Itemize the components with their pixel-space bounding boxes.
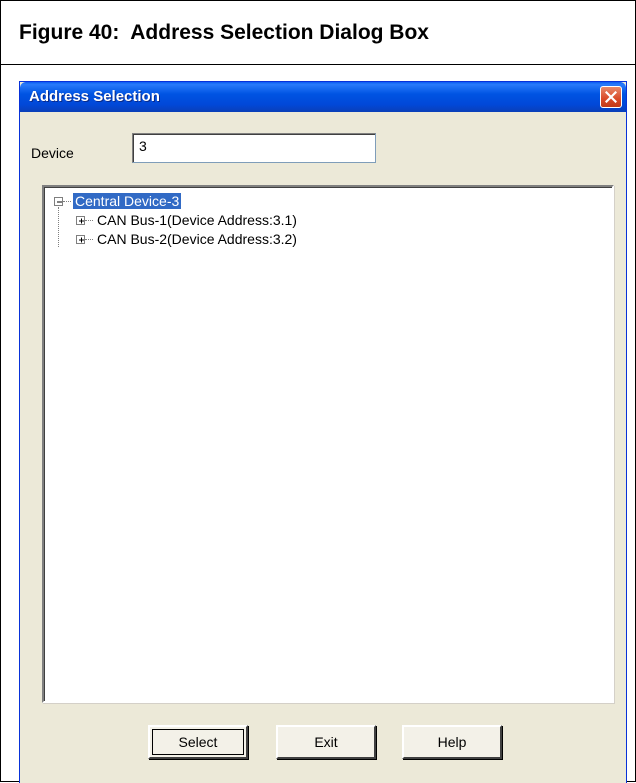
figure-frame: Figure 40: Address Selection Dialog Box …: [0, 0, 636, 783]
figure-title: Figure 40: Address Selection Dialog Box: [1, 1, 635, 65]
expand-icon[interactable]: [76, 234, 85, 244]
device-input[interactable]: 3: [132, 133, 376, 163]
close-button[interactable]: [600, 86, 622, 108]
dialog-titlebar[interactable]: Address Selection: [20, 82, 626, 112]
expand-icon[interactable]: [76, 215, 85, 225]
address-tree-view[interactable]: Central Device-3 CAN Bus-1(Device Addres…: [42, 185, 614, 703]
dialog-title: Address Selection: [29, 88, 160, 105]
tree-item-label[interactable]: Central Device-3: [73, 193, 182, 209]
tree-branch-line: [85, 238, 93, 240]
help-button[interactable]: Help: [402, 725, 502, 759]
collapse-icon[interactable]: [54, 196, 63, 206]
address-selection-dialog: Address Selection Device 3 Central Devic…: [19, 81, 627, 783]
tree-connector: [58, 207, 59, 247]
select-button[interactable]: Select: [148, 725, 248, 759]
tree-branch-line: [63, 200, 71, 202]
tree-item-central-device[interactable]: Central Device-3: [54, 192, 182, 210]
tree-item-can-bus-1[interactable]: CAN Bus-1(Device Address:3.1): [76, 211, 299, 229]
device-label: Device: [31, 145, 74, 161]
exit-button[interactable]: Exit: [276, 725, 376, 759]
tree-item-label[interactable]: CAN Bus-2(Device Address:3.2): [95, 231, 299, 247]
tree-item-can-bus-2[interactable]: CAN Bus-2(Device Address:3.2): [76, 230, 299, 248]
tree-branch-line: [85, 219, 93, 221]
close-icon: [605, 91, 617, 103]
tree-item-label[interactable]: CAN Bus-1(Device Address:3.1): [95, 212, 299, 228]
